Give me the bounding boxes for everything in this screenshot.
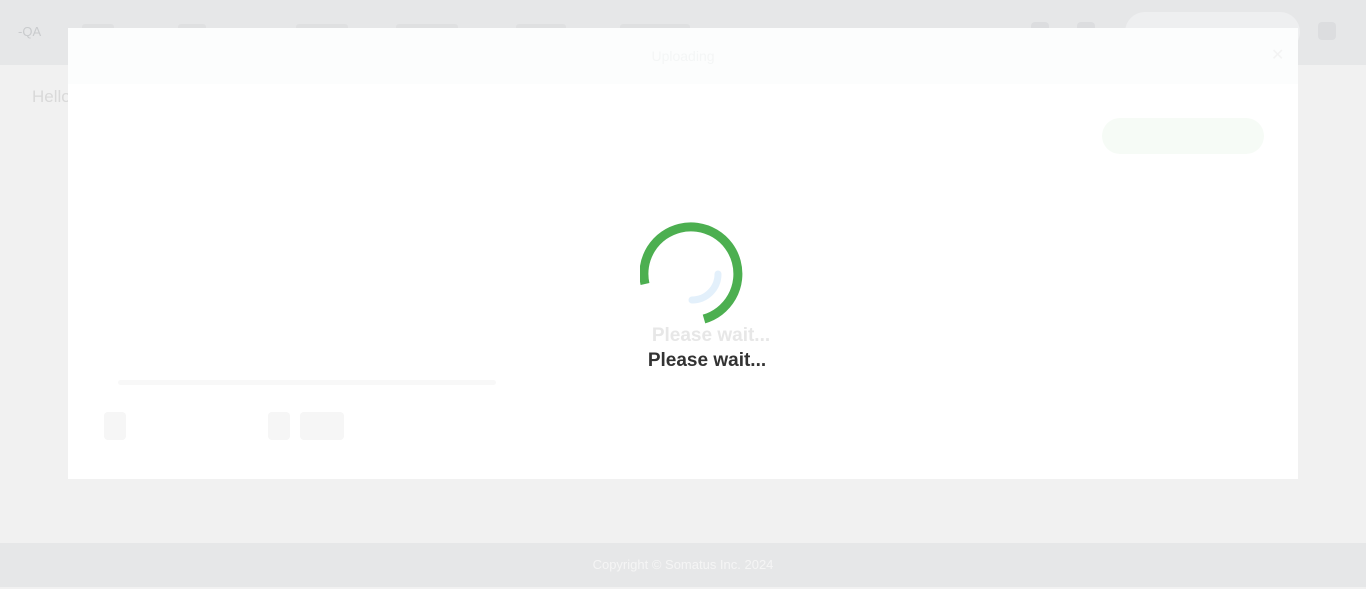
close-icon[interactable]: ✕ — [1271, 48, 1287, 64]
pagination-control[interactable] — [104, 412, 126, 440]
modal-header: Uploading — [68, 28, 1298, 84]
loading-spinner — [639, 222, 744, 326]
spinner-trail — [688, 270, 722, 304]
app-brand[interactable]: -QA — [18, 24, 41, 39]
footer: Copyright © Somatus Inc. 2024 — [0, 543, 1366, 587]
modal-title: Uploading — [651, 48, 715, 64]
ghost-action-button[interactable] — [1102, 118, 1264, 154]
footer-copyright: Copyright © Somatus Inc. 2024 — [592, 557, 774, 572]
loading-text: Please wait... — [647, 350, 767, 371]
page-greeting: Hello — [32, 87, 71, 106]
table-scrollbar[interactable] — [118, 380, 496, 385]
pagination-control[interactable] — [268, 412, 290, 440]
loading-text-ghost: Please wait... — [651, 325, 771, 346]
spinner-arc — [639, 222, 743, 324]
pagination-control[interactable] — [300, 412, 344, 440]
spinner-icon — [639, 222, 743, 324]
user-menu-icon[interactable] — [1318, 22, 1336, 40]
